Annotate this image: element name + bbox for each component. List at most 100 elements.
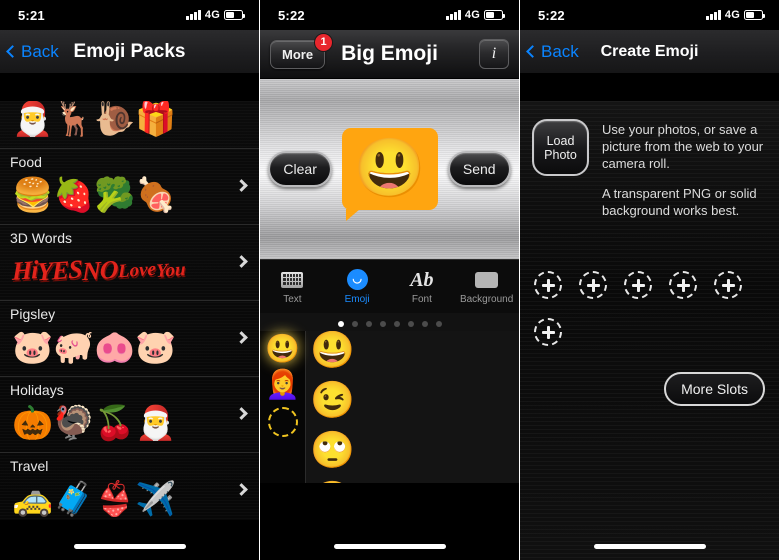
status-time: 5:21 (18, 7, 45, 23)
tab-emoji[interactable]: ◡ Emoji (325, 260, 390, 313)
emoji-cell[interactable]: 😌 (310, 482, 519, 484)
sidebar-add-slot-icon[interactable] (267, 407, 298, 437)
help-paragraph-1: Use your photos, or save a picture from … (602, 122, 764, 171)
emoji-canvas: Clear 😃 Send (260, 79, 519, 259)
emoji-cell[interactable]: 😃 (310, 332, 519, 382)
battery-icon (484, 10, 505, 20)
list-item-travel[interactable]: Travel 🚕🧳👙✈️ (0, 452, 259, 520)
tab-label: Text (283, 293, 302, 305)
help-text: Use your photos, or save a picture from … (602, 119, 765, 219)
signal-strength-icon (186, 10, 201, 20)
word-you: You (155, 258, 186, 283)
tab-label: Font (411, 293, 432, 305)
create-emoji-body: Load Photo Use your photos, or save a pi… (520, 101, 779, 560)
add-slot-icon[interactable] (669, 271, 697, 299)
status-indicators: 4G (186, 9, 245, 21)
word-no: NO (82, 254, 118, 287)
page-dot[interactable] (379, 321, 386, 327)
more-slots-row: More Slots (520, 346, 779, 406)
sidebar-slot[interactable]: 👩‍🦰 (265, 371, 300, 399)
add-slot-icon[interactable] (624, 271, 652, 299)
load-photo-button[interactable]: Load Photo (532, 119, 589, 176)
preview-emoji: 😃 (353, 136, 426, 201)
more-button-label: More (282, 46, 314, 62)
chevron-left-icon (6, 45, 19, 58)
add-slot-icon[interactable] (534, 318, 562, 346)
pack-title: Pigsley (10, 306, 56, 322)
load-photo-section: Load Photo Use your photos, or save a pi… (520, 101, 779, 219)
page-dot[interactable] (435, 321, 442, 327)
editor-tab-bar: Text ◡ Emoji Ab Font Background (260, 259, 519, 313)
navigation-bar: More 1 Big Emoji i (260, 30, 519, 79)
more-slots-button[interactable]: More Slots (664, 372, 765, 406)
page-indicator[interactable] (260, 313, 519, 331)
battery-icon (224, 10, 245, 20)
clear-button[interactable]: Clear (268, 151, 332, 187)
list-item-3d-words[interactable]: 3D Words Hi YES NO Love You (0, 224, 259, 300)
list-item-food[interactable]: Food 🍔🍓🥦🍖 (0, 148, 259, 224)
signal-strength-icon (446, 10, 461, 20)
add-slot-icon[interactable] (534, 271, 562, 299)
load-photo-line1: Load (546, 133, 575, 148)
status-indicators: 4G (446, 9, 505, 21)
status-bar: 5:22 4G (520, 0, 779, 30)
emoji-preview-bubble[interactable]: 😃 (341, 128, 438, 221)
tab-label: Emoji (344, 293, 370, 305)
list-item-clipped[interactable]: 🎅🦌🐌🎁 (0, 101, 259, 148)
pack-title: Travel (10, 458, 49, 474)
emoji-cell[interactable]: 😉 (310, 382, 519, 432)
emoji-keyboard: 😃 👩‍🦰 😃 😉 🙄 😌 😆 🥸 😍 😊 😘 😗 😛 😜 🤪 🤑 (260, 331, 519, 483)
screen-big-emoji: 5:22 4G More 1 Big Emoji i Clear 😃 Send (260, 0, 519, 560)
home-indicator (593, 544, 706, 549)
keyboard-icon (281, 269, 304, 291)
sidebar-slot-selected[interactable]: 😃 (265, 335, 300, 363)
list-item-holidays[interactable]: Holidays 🎃🦃🍒🎅 (0, 376, 259, 452)
home-indicator (73, 544, 186, 549)
status-bar: 5:22 4G (260, 0, 519, 30)
home-indicator (333, 544, 446, 549)
page-dot[interactable] (407, 321, 414, 327)
emoji-pack-list[interactable]: 🎅🦌🐌🎁 Food 🍔🍓🥦🍖 3D Words Hi YES NO Love Y… (0, 101, 259, 520)
status-indicators: 4G (706, 9, 765, 21)
more-button[interactable]: More 1 (270, 32, 334, 69)
pack-preview-words: Hi YES NO Love You (0, 248, 259, 294)
status-time: 5:22 (538, 7, 565, 23)
more-badge: 1 (314, 32, 334, 52)
navigation-bar: Back Create Emoji (520, 30, 779, 74)
emoji-face-icon: ◡ (346, 269, 368, 291)
signal-strength-icon (706, 10, 721, 20)
tab-background[interactable]: Background (454, 260, 519, 313)
page-dot[interactable] (393, 321, 400, 327)
back-button-label: Back (541, 41, 579, 61)
word-love: Love (117, 258, 156, 283)
network-type-label: 4G (724, 9, 740, 21)
three-phone-screenshots: 5:21 4G Back Emoji Packs 🎅🦌🐌🎁 Food 🍔🍓� (0, 0, 779, 560)
add-slot-icon[interactable] (579, 271, 607, 299)
status-bar: 5:21 4G (0, 0, 259, 30)
send-button[interactable]: Send (447, 151, 511, 187)
network-type-label: 4G (204, 9, 220, 21)
page-dot[interactable] (421, 321, 428, 327)
back-button[interactable]: Back (0, 42, 59, 62)
add-slot-icon[interactable] (714, 271, 742, 299)
chevron-left-icon (526, 45, 539, 58)
tab-font[interactable]: Ab Font (390, 260, 455, 313)
emoji-cell[interactable]: 🙄 (310, 432, 519, 482)
page-dot[interactable] (365, 321, 372, 327)
word-hi: Hi (12, 255, 38, 286)
pack-preview-emojis: 🍔🍓🥦🍖 (12, 175, 177, 213)
help-paragraph-2: A transparent PNG or solid background wo… (602, 186, 757, 218)
back-button[interactable]: Back (520, 42, 579, 62)
ab-icon: Ab (410, 268, 434, 291)
background-icon (475, 269, 499, 291)
emoji-slot-sidebar: 😃 👩‍🦰 (260, 331, 306, 483)
tab-text[interactable]: Text (260, 260, 325, 313)
pack-title: Food (10, 154, 42, 170)
emoji-grid[interactable]: 😃 😉 🙄 😌 😆 🥸 😍 😊 😘 😗 😛 😜 🤪 🤑 😀 (306, 331, 519, 484)
screen-emoji-packs: 5:21 4G Back Emoji Packs 🎅🦌🐌🎁 Food 🍔🍓� (0, 0, 259, 560)
page-dot[interactable] (337, 321, 344, 327)
info-button[interactable]: i (479, 39, 509, 69)
pack-title: 3D Words (10, 230, 72, 246)
list-item-pigsley[interactable]: Pigsley 🐷🐖🐽🐷 (0, 300, 259, 376)
page-dot[interactable] (351, 321, 358, 327)
